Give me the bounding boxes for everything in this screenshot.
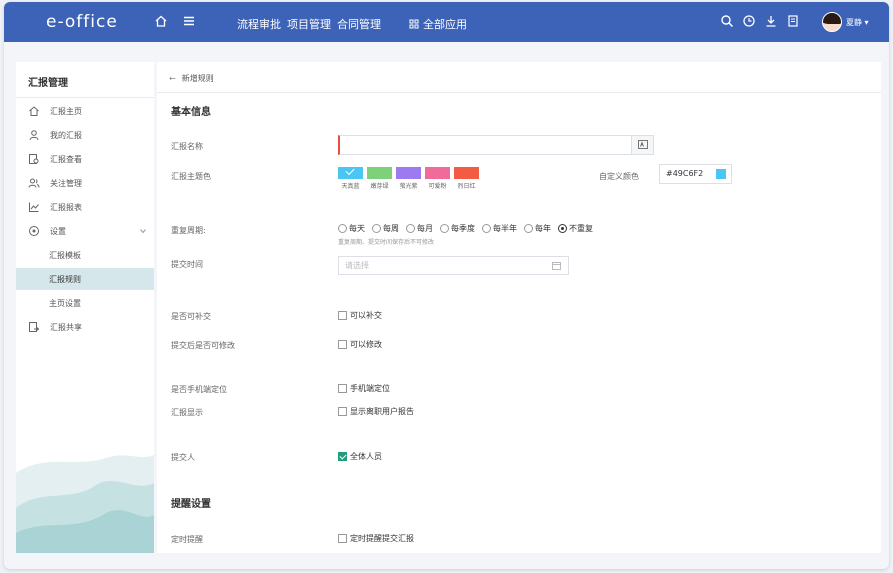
document-search-icon: [29, 154, 39, 164]
allow-supplement-label: 是否可补交: [171, 312, 211, 321]
swatch-pink[interactable]: 可爱粉: [425, 167, 450, 190]
radio-no-repeat[interactable]: 不重复: [558, 223, 593, 234]
sidebar-item-label: 汇报规则: [49, 274, 81, 284]
chevron-down-icon: [140, 229, 146, 234]
menu-icon[interactable]: [182, 14, 196, 28]
custom-color-input[interactable]: #49C6F2: [659, 164, 732, 184]
theme-color-label: 汇报主题色: [171, 172, 211, 181]
top-nav: 流程审批 项目管理 合同管理: [237, 16, 381, 32]
allow-supplement-checkbox[interactable]: 可以补交: [338, 310, 382, 321]
clock-icon[interactable]: [742, 14, 756, 28]
search-icon[interactable]: [720, 14, 734, 28]
share-doc-icon: [29, 322, 40, 332]
divider: [16, 97, 154, 98]
locate-checkbox[interactable]: 手机端定位: [338, 383, 390, 394]
sidebar-item-label: 我的汇报: [50, 130, 82, 140]
radio-quarterly[interactable]: 每季度: [440, 223, 475, 234]
download-icon[interactable]: [764, 14, 778, 28]
radio-monthly[interactable]: 每月: [406, 223, 433, 234]
submitter-checkbox[interactable]: 全体人员: [338, 451, 382, 462]
app-window: e-office 流程审批 项目管理 合同管理 全部应用 夏静 ▾ 汇报管理 汇…: [4, 2, 889, 569]
cycle-radio-group: 每天 每周 每月 每季度 每半年 每年 不重复: [338, 223, 593, 234]
all-apps-button[interactable]: 全部应用: [409, 16, 467, 32]
document-icon[interactable]: [786, 14, 800, 28]
timed-remind-label: 定时提醒: [171, 535, 203, 544]
sidebar-item-label: 设置: [50, 226, 66, 236]
section-basic-info: 基本信息: [171, 107, 211, 118]
radio-half-year[interactable]: 每半年: [482, 223, 517, 234]
radio-daily[interactable]: 每天: [338, 223, 365, 234]
sidebar-item-templates[interactable]: 汇报模板: [16, 244, 154, 266]
swatch-blue[interactable]: 天真蓝: [338, 165, 363, 190]
sidebar-item-share[interactable]: 汇报共享: [16, 316, 154, 338]
mountain-decoration: [16, 455, 154, 553]
cycle-label: 重复周期:: [171, 226, 206, 235]
breadcrumb: ← 新增规则: [169, 73, 214, 84]
color-swatches: 天真蓝 嫩芽绿 萤光紫 可爱粉 烈日红: [338, 165, 479, 190]
swatch-red[interactable]: 烈日红: [454, 167, 479, 190]
sidebar-item-rules[interactable]: 汇报规则: [16, 268, 154, 290]
submit-time-picker[interactable]: 请选择: [338, 256, 569, 275]
user-icon: [29, 130, 39, 141]
breadcrumb-label: 新增规则: [181, 74, 214, 83]
nav-workflow[interactable]: 流程审批: [237, 16, 281, 32]
sidebar-item-label: 汇报查看: [50, 154, 82, 164]
home-icon[interactable]: [154, 14, 168, 28]
locate-label: 是否手机端定位: [171, 385, 227, 394]
back-arrow-icon[interactable]: ←: [169, 74, 176, 83]
language-icon[interactable]: [631, 136, 653, 154]
report-name-input[interactable]: [338, 135, 654, 155]
sidebar-item-follow[interactable]: 关注管理: [16, 172, 154, 194]
user-name[interactable]: 夏静 ▾: [846, 17, 869, 28]
swatch-purple[interactable]: 萤光紫: [396, 167, 421, 190]
main-panel: ← 新增规则 基本信息 汇报名称 汇报主题色 天真蓝 嫩芽绿 萤光紫 可爱粉 烈…: [157, 62, 881, 553]
sidebar-item-label: 汇报报表: [50, 202, 82, 212]
home-icon: [29, 106, 39, 116]
sidebar-title: 汇报管理: [28, 78, 68, 89]
display-checkbox[interactable]: 显示离职用户报告: [338, 406, 414, 417]
swatch-green[interactable]: 嫩芽绿: [367, 167, 392, 190]
settings-icon: [29, 226, 39, 236]
display-label: 汇报显示: [171, 408, 203, 417]
sidebar-item-label: 主页设置: [49, 298, 81, 308]
sidebar-item-stats[interactable]: 汇报报表: [16, 196, 154, 218]
top-bar: e-office 流程审批 项目管理 合同管理 全部应用 夏静 ▾: [4, 2, 889, 42]
sidebar-item-label: 关注管理: [50, 178, 82, 188]
translate-icon: [637, 140, 648, 149]
radio-weekly[interactable]: 每周: [372, 223, 399, 234]
check-icon: [345, 165, 355, 176]
sidebar-item-label: 汇报共享: [50, 322, 82, 332]
divider: [157, 92, 881, 93]
allow-modify-label: 提交后是否可修改: [171, 341, 235, 350]
chart-icon: [29, 202, 39, 212]
custom-color-label: 自定义颜色: [599, 172, 639, 181]
sidebar-item-label: 汇报模板: [49, 250, 81, 260]
nav-contract[interactable]: 合同管理: [337, 16, 381, 32]
sidebar-item-my-reports[interactable]: 我的汇报: [16, 124, 154, 146]
name-label: 汇报名称: [171, 142, 203, 151]
logo: e-office: [46, 12, 118, 32]
color-chip[interactable]: [716, 169, 726, 179]
timed-remind-checkbox[interactable]: 定时提醒提交汇报: [338, 533, 414, 544]
radio-yearly[interactable]: 每年: [524, 223, 551, 234]
grid-icon: [409, 19, 419, 29]
calendar-icon: [552, 262, 561, 270]
sidebar-item-home-settings[interactable]: 主页设置: [16, 292, 154, 314]
all-apps-label: 全部应用: [423, 18, 467, 31]
sidebar: 汇报管理 汇报主页 我的汇报 汇报查看 关注管理 汇报报表 设置 汇报模板 汇报…: [16, 62, 154, 553]
sidebar-item-view[interactable]: 汇报查看: [16, 148, 154, 170]
users-icon: [28, 178, 40, 188]
sidebar-item-settings[interactable]: 设置: [16, 220, 154, 242]
sidebar-item-home[interactable]: 汇报主页: [16, 100, 154, 122]
nav-project[interactable]: 项目管理: [287, 16, 331, 32]
submitter-label: 提交人: [171, 453, 195, 462]
cycle-hint: 重复周期、提交时间保存后不可修改: [338, 239, 435, 246]
allow-modify-checkbox[interactable]: 可以修改: [338, 339, 382, 350]
avatar[interactable]: [822, 12, 842, 32]
sidebar-item-label: 汇报主页: [50, 106, 82, 116]
section-remind: 提醒设置: [171, 499, 211, 510]
submit-time-label: 提交时间: [171, 260, 203, 269]
